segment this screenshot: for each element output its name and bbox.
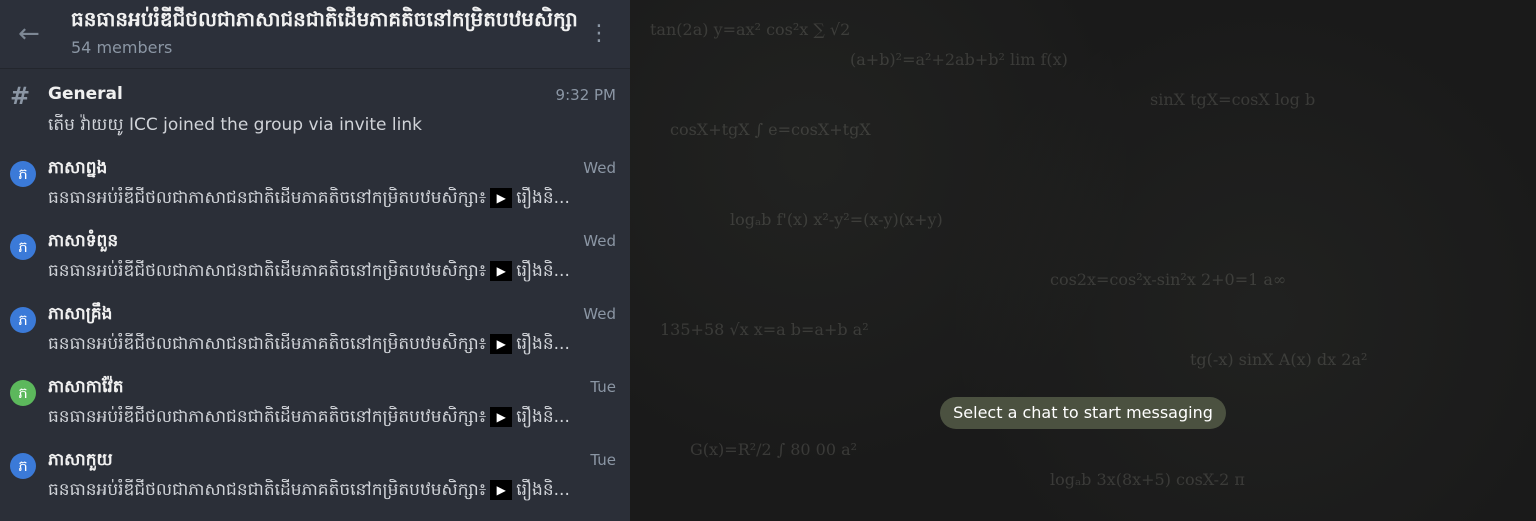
preview-text: ធនធានអប់រំឌីជីថលជាភាសាជនជាតិដើមភាគតិចនៅក…	[48, 334, 487, 354]
math-background: tan(2a) y=ax² cos²x ∑ √2	[650, 20, 851, 39]
play-icon: ▶	[490, 334, 513, 354]
avatar: ភ	[10, 307, 36, 333]
chat-title: ភាសាគ្រឹង	[48, 304, 113, 324]
chat-time: Wed	[583, 159, 616, 177]
preview-tail: រឿងនិ...	[516, 334, 570, 354]
chat-preview: ធនធានអប់រំឌីជីថលជាភាសាជនជាតិដើមភាគតិចនៅក…	[48, 187, 608, 212]
play-icon: ▶	[490, 188, 513, 208]
play-icon: ▶	[490, 480, 513, 500]
preview-tail: រឿងនិ...	[516, 188, 570, 208]
chat-time: Tue	[590, 451, 616, 469]
chat-title: ភាសាទំពួន	[48, 231, 119, 251]
preview-text: ធនធានអប់រំឌីជីថលជាភាសាជនជាតិដើមភាគតិចនៅក…	[48, 407, 487, 427]
chat-title: ភាសាកួយ	[48, 450, 113, 470]
preview-tail: រឿងនិ...	[516, 480, 570, 500]
math-background: sinX tgX=cosX log b	[1150, 90, 1316, 109]
group-header: ← ធនធានអប់រំឌីជីថលជាភាសាជនជាតិដើមភាគតិចន…	[0, 0, 630, 69]
math-background: cosX+tgX ∫ e=cosX+tgX	[670, 120, 871, 139]
chat-row-2[interactable]: ភ ភាសាទំពួន Wed ធនធានអប់រំឌីជីថលជាភាសាជន…	[0, 218, 630, 290]
preview-text: ធនធានអប់រំឌីជីថលជាភាសាជនជាតិដើមភាគតិចនៅក…	[48, 188, 487, 208]
chat-title: ភាសាព្នង	[48, 158, 108, 178]
math-background: tg(-x) sinX A(x) dx 2a²	[1190, 350, 1368, 369]
math-background: logₐb f'(x) x²-y²=(x-y)(x+y)	[730, 210, 943, 229]
math-background: (a+b)²=a²+2ab+b² lim f(x)	[850, 50, 1068, 69]
chat-preview: ធនធានអប់រំឌីជីថលជាភាសាជនជាតិដើមភាគតិចនៅក…	[48, 479, 608, 504]
chat-title: General	[48, 84, 123, 104]
chat-title: ភាសាកាវ៉ែត	[48, 377, 124, 397]
math-background: 135+58 √x x=a b=a+b a²	[660, 320, 869, 339]
members-count: 54 members	[71, 38, 173, 57]
chat-time: Tue	[590, 378, 616, 396]
chat-list-panel: ← ធនធានអប់រំឌីជីថលជាភាសាជនជាតិដើមភាគតិចន…	[0, 0, 630, 521]
play-icon: ▶	[490, 261, 513, 281]
chat-preview: តើម វ៉ាយយូ ICC joined the group via invi…	[48, 115, 422, 135]
select-chat-placeholder: Select a chat to start messaging	[940, 397, 1226, 429]
avatar: ភ	[10, 380, 36, 406]
avatar: ភ	[10, 234, 36, 260]
chat-preview: ធនធានអប់រំឌីជីថលជាភាសាជនជាតិដើមភាគតិចនៅក…	[48, 260, 608, 285]
preview-tail: រឿងនិ...	[516, 261, 570, 281]
chat-time: Wed	[583, 305, 616, 323]
preview-tail: រឿងនិ...	[516, 407, 570, 427]
chat-preview: ធនធានអប់រំឌីជីថលជាភាសាជនជាតិដើមភាគតិចនៅក…	[48, 406, 608, 431]
math-background: cos2x=cos²x-sin²x 2+0=1 a∞	[1050, 270, 1287, 289]
chat-row-5[interactable]: ភ ភាសាកួយ Tue ធនធានអប់រំឌីជីថលជាភាសាជនជា…	[0, 437, 630, 509]
play-icon: ▶	[490, 407, 513, 427]
group-title: ធនធានអប់រំឌីជីថលជាភាសាជនជាតិដើមភាគតិចនៅក…	[71, 7, 578, 31]
back-arrow-icon[interactable]: ←	[18, 20, 46, 48]
chat-view-panel: tan(2a) y=ax² cos²x ∑ √2 (a+b)²=a²+2ab+b…	[630, 0, 1536, 521]
chat-row-general[interactable]: # General 9:32 PM តើម វ៉ាយយូ ICC joined …	[0, 72, 630, 144]
chat-preview: ធនធានអប់រំឌីជីថលជាភាសាជនជាតិដើមភាគតិចនៅក…	[48, 333, 608, 358]
chat-row-1[interactable]: ភ ភាសាព្នង Wed ធនធានអប់រំឌីជីថលជាភាសាជនជ…	[0, 145, 630, 217]
avatar: ភ	[10, 453, 36, 479]
hash-icon: #	[10, 82, 31, 110]
more-options-icon[interactable]: ⋮	[588, 20, 610, 48]
chat-time: Wed	[583, 232, 616, 250]
avatar: ភ	[10, 161, 36, 187]
preview-text: ធនធានអប់រំឌីជីថលជាភាសាជនជាតិដើមភាគតិចនៅក…	[48, 480, 487, 500]
math-background: logₐb 3x(8x+5) cosX-2 π	[1050, 470, 1245, 489]
chat-row-4[interactable]: ភ ភាសាកាវ៉ែត Tue ធនធានអប់រំឌីជីថលជាភាសាជ…	[0, 364, 630, 436]
math-background: G(x)=R²/2 ∫ 80 00 a²	[690, 440, 858, 459]
preview-text: ធនធានអប់រំឌីជីថលជាភាសាជនជាតិដើមភាគតិចនៅក…	[48, 261, 487, 281]
chat-time: 9:32 PM	[555, 86, 616, 104]
chat-row-3[interactable]: ភ ភាសាគ្រឹង Wed ធនធានអប់រំឌីជីថលជាភាសាជន…	[0, 291, 630, 363]
